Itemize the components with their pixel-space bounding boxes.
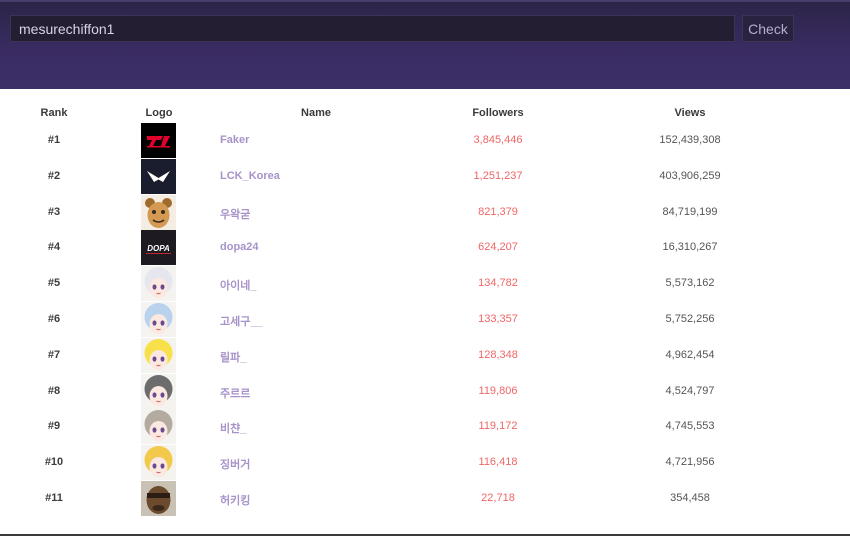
rank-cell: #6 — [47, 313, 61, 325]
followers-cell: 624,207 — [478, 241, 518, 254]
table-row: #9 비챤_ 119,172 4,745,553 — [0, 409, 850, 445]
views-cell: 5,573,162 — [665, 277, 715, 290]
channel-name-link[interactable]: 릴파_ — [220, 349, 246, 365]
rank-cell: #5 — [47, 277, 61, 290]
svg-text:DOPA: DOPA — [147, 244, 170, 253]
table-row: #10 징버거 116,418 4,721,956 — [0, 445, 850, 481]
channel-name-link[interactable]: LCK_Korea — [220, 170, 280, 182]
channel-search-input[interactable] — [10, 15, 735, 42]
table-row: #2 LCK_Korea 1,251,237 403,906,259 — [0, 158, 850, 195]
anime-avatar-icon — [141, 373, 176, 409]
followers-cell: 116,418 — [478, 456, 518, 469]
channel-name-link[interactable]: 허키킹 — [220, 492, 250, 508]
followers-cell: 821,379 — [478, 205, 518, 218]
channel-name-link[interactable]: 주르르 — [220, 385, 250, 401]
followers-cell: 1,251,237 — [473, 169, 523, 182]
rank-cell: #10 — [44, 456, 64, 469]
channel-name-link[interactable]: 아이네_ — [220, 277, 256, 293]
table-row: #8 주르르 119,806 4,524,797 — [0, 373, 850, 410]
views-cell: 84,719,199 — [662, 205, 718, 218]
views-cell: 4,721,956 — [665, 456, 715, 469]
lck-logo-icon — [141, 158, 176, 194]
rank-cell: #1 — [47, 134, 61, 146]
views-cell: 16,310,267 — [662, 241, 718, 254]
channel-name-link[interactable]: 징버거 — [220, 456, 250, 472]
views-cell: 4,962,454 — [665, 348, 715, 361]
views-cell: 152,439,308 — [659, 134, 721, 146]
column-header-views: Views — [674, 107, 706, 119]
anime-avatar-icon — [141, 409, 176, 445]
table-row: #4 DOPA dopa24 624,207 16,310,267 — [0, 230, 850, 266]
rank-cell: #4 — [47, 241, 61, 254]
anime-avatar-icon — [141, 337, 176, 373]
photo-avatar-icon — [141, 481, 176, 516]
channel-name-link[interactable]: 고세구__ — [220, 313, 263, 329]
views-cell: 4,524,797 — [665, 384, 715, 397]
rank-cell: #9 — [47, 420, 61, 433]
anime-avatar-icon — [141, 445, 176, 481]
dopa-logo-icon: DOPA — [141, 230, 176, 266]
views-cell: 403,906,259 — [659, 169, 721, 182]
table-row: #11 허키킹 22,718 354,458 — [0, 481, 850, 517]
followers-cell: 119,172 — [478, 420, 518, 433]
t1-logo-icon — [141, 123, 176, 158]
header-bar: Check — [0, 0, 850, 89]
column-header-logo: Logo — [145, 107, 173, 119]
rank-cell: #3 — [47, 205, 61, 218]
followers-cell: 3,845,446 — [473, 134, 523, 146]
table-row: #6 고세구__ 133,357 5,752,256 — [0, 302, 850, 338]
column-header-name: Name — [301, 107, 331, 119]
rank-cell: #2 — [47, 169, 61, 182]
views-cell: 4,745,553 — [665, 420, 715, 433]
cartoon-face-avatar-icon — [141, 194, 176, 230]
rank-cell: #11 — [45, 492, 63, 504]
ranking-table: Rank Logo Name Followers Views #1 Faker 3,… — [0, 89, 850, 536]
anime-avatar-icon — [141, 302, 176, 337]
channel-name-link[interactable]: Faker — [220, 134, 249, 146]
header-top-border — [0, 0, 850, 2]
check-button[interactable]: Check — [742, 15, 794, 42]
table-row: #1 Faker 3,845,446 152,439,308 — [0, 123, 850, 159]
channel-name-link[interactable]: 비챤_ — [220, 420, 246, 436]
table-row: #3 우왁굳 821,379 84,719,199 — [0, 194, 850, 231]
followers-cell: 119,806 — [478, 384, 518, 397]
rank-cell: #7 — [47, 348, 61, 361]
followers-cell: 134,782 — [478, 277, 518, 290]
column-header-followers: Followers — [472, 107, 524, 119]
channel-name-link[interactable]: dopa24 — [220, 241, 259, 253]
table-row: #7 릴파_ 128,348 4,962,454 — [0, 337, 850, 374]
anime-avatar-icon — [141, 266, 176, 302]
table-row: #5 아이네_ 134,782 5,573,162 — [0, 266, 850, 302]
column-header-rank: Rank — [40, 107, 68, 119]
followers-cell: 128,348 — [478, 348, 518, 361]
views-cell: 354,458 — [670, 492, 710, 504]
rank-cell: #8 — [47, 384, 61, 397]
followers-cell: 22,718 — [481, 492, 515, 504]
followers-cell: 133,357 — [478, 313, 518, 325]
views-cell: 5,752,256 — [665, 313, 715, 325]
channel-name-link[interactable]: 우왁굳 — [220, 206, 250, 222]
